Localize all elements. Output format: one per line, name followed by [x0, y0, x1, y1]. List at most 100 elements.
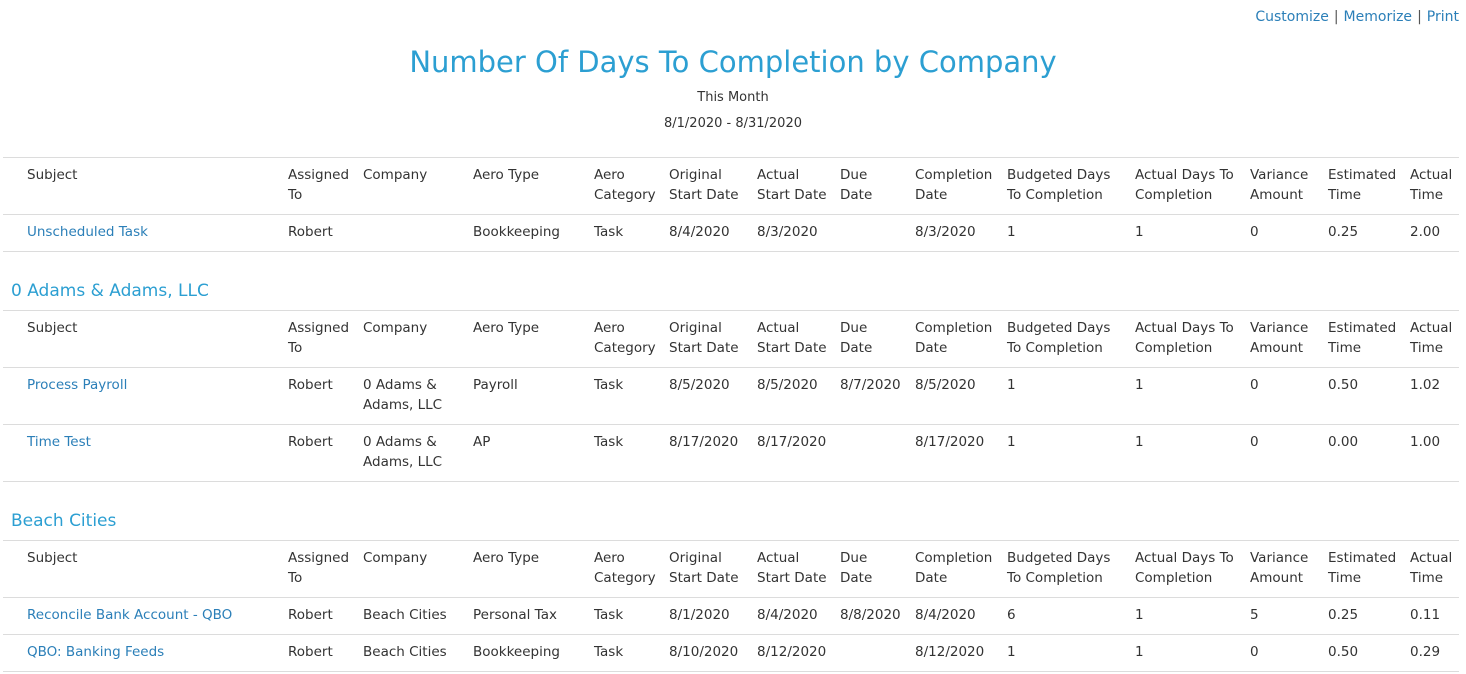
- col-header-variance: Variance: [1250, 550, 1309, 566]
- row-divider: [3, 367, 1459, 368]
- col-header-completion-line2: Date: [915, 187, 948, 203]
- cell-aero-type: Bookkeeping: [473, 644, 560, 660]
- cell-estimated: 0.25: [1328, 224, 1359, 240]
- col-header-due-line2: Date: [840, 187, 873, 203]
- task-subject-link[interactable]: Unscheduled Task: [27, 222, 148, 242]
- cell-actual-days: 1: [1135, 607, 1144, 623]
- company-name: 0 Adams &: [363, 377, 437, 393]
- col-header-company: Company: [363, 320, 428, 336]
- row-divider: [3, 251, 1459, 252]
- col-header-estimated-line2: Time: [1328, 340, 1362, 356]
- col-header-due-line2: Date: [840, 340, 873, 356]
- col-header-budgeted-line2: To Completion: [1007, 340, 1103, 356]
- cell-actual-time: 0.11: [1410, 607, 1441, 623]
- cell-original-start: 8/4/2020: [669, 224, 730, 240]
- task-subject-link[interactable]: Reconcile Bank Account - QBO: [27, 605, 232, 625]
- cell-budgeted: 1: [1007, 434, 1016, 450]
- cell-aero-type: Personal Tax: [473, 607, 557, 623]
- col-header-budgeted-line2: To Completion: [1007, 570, 1103, 586]
- row-divider: [3, 310, 1459, 311]
- cell-actual-time: 1.02: [1410, 377, 1441, 393]
- cell-original-start: 8/1/2020: [669, 607, 730, 623]
- col-header-assigned: Assigned: [288, 320, 350, 336]
- col-header-actual_start-line2: Start Date: [757, 570, 827, 586]
- task-subject-link[interactable]: QBO: Banking Feeds: [27, 642, 164, 662]
- col-header-original_start-line2: Start Date: [669, 187, 739, 203]
- task-subject-link[interactable]: Time Test: [27, 432, 91, 452]
- col-header-assigned: Assigned: [288, 167, 350, 183]
- col-header-actual_start: Actual: [757, 320, 800, 336]
- cell-aero-category: Task: [594, 607, 624, 623]
- assigned-to: Robert: [288, 644, 333, 660]
- customize-link[interactable]: Customize: [1255, 9, 1329, 25]
- col-header-aero_category: Aero: [594, 320, 625, 336]
- company-name-line2: Adams, LLC: [363, 454, 443, 470]
- separator: |: [1417, 9, 1422, 25]
- cell-aero-type: Bookkeeping: [473, 224, 560, 240]
- col-header-original_start-line2: Start Date: [669, 570, 739, 586]
- company-name-line2: Adams, LLC: [363, 397, 443, 413]
- col-header-assigned-line2: To: [288, 570, 303, 586]
- col-header-actual_time: Actual: [1410, 550, 1453, 566]
- assigned-to: Robert: [288, 434, 333, 450]
- task-subject-link[interactable]: Process Payroll: [27, 375, 127, 395]
- company-name: 0 Adams &: [363, 434, 437, 450]
- col-header-aero-type: Aero Type: [473, 320, 540, 336]
- cell-actual-days: 1: [1135, 377, 1144, 393]
- col-header-actual_start-line2: Start Date: [757, 340, 827, 356]
- company-name: Beach Cities: [363, 644, 447, 660]
- cell-due: 8/8/2020: [840, 607, 901, 623]
- row-divider: [3, 540, 1459, 541]
- assigned-to: Robert: [288, 607, 333, 623]
- col-header-aero-type: Aero Type: [473, 550, 540, 566]
- row-divider: [3, 424, 1459, 425]
- col-header-actual_start: Actual: [757, 167, 800, 183]
- cell-completion: 8/17/2020: [915, 434, 985, 450]
- cell-completion: 8/12/2020: [915, 644, 985, 660]
- col-header-due: Due: [840, 550, 868, 566]
- col-header-actual_time-line2: Time: [1410, 570, 1444, 586]
- col-header-actual_time: Actual: [1410, 167, 1453, 183]
- cell-variance: 0: [1250, 224, 1259, 240]
- col-header-aero_category: Aero: [594, 167, 625, 183]
- col-header-due: Due: [840, 167, 868, 183]
- cell-aero-category: Task: [594, 224, 624, 240]
- col-header-aero_category-line2: Category: [594, 340, 656, 356]
- cell-completion: 8/5/2020: [915, 377, 976, 393]
- cell-estimated: 0.50: [1328, 377, 1359, 393]
- cell-variance: 0: [1250, 377, 1259, 393]
- col-header-variance-line2: Amount: [1250, 187, 1304, 203]
- group-heading-beach-cities[interactable]: Beach Cities: [11, 511, 116, 531]
- memorize-link[interactable]: Memorize: [1344, 9, 1413, 25]
- col-header-completion-line2: Date: [915, 340, 948, 356]
- col-header-due: Due: [840, 320, 868, 336]
- col-header-assigned-line2: To: [288, 187, 303, 203]
- group-heading-adams[interactable]: 0 Adams & Adams, LLC: [11, 281, 209, 301]
- col-header-estimated: Estimated: [1328, 550, 1397, 566]
- report-date-range: 8/1/2020 - 8/31/2020: [664, 116, 802, 131]
- col-header-aero-type: Aero Type: [473, 167, 540, 183]
- cell-estimated: 0.50: [1328, 644, 1359, 660]
- cell-budgeted: 6: [1007, 607, 1016, 623]
- col-header-original_start-line2: Start Date: [669, 340, 739, 356]
- cell-actual-start: 8/4/2020: [757, 607, 818, 623]
- col-header-variance: Variance: [1250, 167, 1309, 183]
- col-header-original_start: Original: [669, 167, 722, 183]
- cell-actual-time: 2.00: [1410, 224, 1441, 240]
- col-header-original_start: Original: [669, 320, 722, 336]
- cell-aero-type: Payroll: [473, 377, 518, 393]
- row-divider: [3, 671, 1459, 672]
- col-header-budgeted: Budgeted Days: [1007, 320, 1111, 336]
- col-header-completion: Completion: [915, 167, 993, 183]
- col-header-actual_time: Actual: [1410, 320, 1453, 336]
- col-header-due-line2: Date: [840, 570, 873, 586]
- cell-variance: 0: [1250, 434, 1259, 450]
- print-link[interactable]: Print: [1427, 9, 1459, 25]
- cell-original-start: 8/10/2020: [669, 644, 739, 660]
- col-header-subject: Subject: [27, 167, 78, 183]
- row-divider: [3, 597, 1459, 598]
- row-divider: [3, 157, 1459, 158]
- col-header-completion: Completion: [915, 550, 993, 566]
- col-header-actual_days: Actual Days To: [1135, 550, 1234, 566]
- cell-aero-type: AP: [473, 434, 491, 450]
